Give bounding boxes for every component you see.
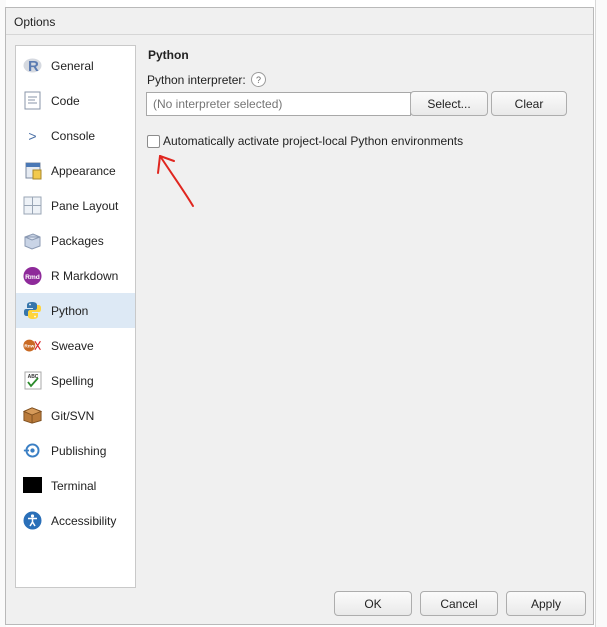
python-icon (23, 301, 42, 320)
git-icon (23, 406, 42, 425)
sidebar-item-label: Packages (51, 234, 104, 248)
ok-button[interactable]: OK (334, 591, 412, 616)
auto-activate-label: Automatically activate project-local Pyt… (163, 134, 464, 148)
sidebar-item-label: Accessibility (51, 514, 117, 528)
spelling-icon: ABC (23, 371, 42, 390)
sidebar-item-label: Terminal (51, 479, 97, 493)
cancel-button[interactable]: Cancel (420, 591, 498, 616)
sidebar-item-accessibility[interactable]: Accessibility (16, 503, 135, 538)
svg-text:Rmd: Rmd (25, 273, 40, 280)
appearance-icon (23, 161, 42, 180)
sidebar-item-git-svn[interactable]: Git/SVN (16, 398, 135, 433)
sidebar-item-label: Python (51, 304, 89, 318)
rmarkdown-icon: Rmd (23, 266, 42, 285)
auto-activate-checkbox[interactable] (147, 135, 160, 148)
sweave-icon: Rnw (23, 336, 42, 355)
console-icon: > (28, 127, 37, 144)
sidebar-item-label: General (51, 59, 94, 73)
code-icon (23, 91, 42, 110)
background-app-right (595, 0, 607, 627)
sidebar-item-spelling[interactable]: ABC Spelling (16, 363, 135, 398)
interpreter-label: Python interpreter: (147, 73, 246, 87)
sidebar-item-label: Appearance (51, 164, 116, 178)
sidebar-item-appearance[interactable]: Appearance (16, 153, 135, 188)
sidebar-item-label: Spelling (51, 374, 94, 388)
terminal-icon (23, 476, 42, 495)
sidebar-item-label: Console (51, 129, 96, 143)
sidebar-item-general[interactable]: R General (16, 48, 135, 83)
clear-interpreter-button[interactable]: Clear (491, 91, 567, 116)
svg-text:Rnw: Rnw (24, 343, 34, 349)
annotation-arrow (157, 155, 194, 207)
sidebar-item-label: Code (51, 94, 80, 108)
options-dialog: Options R General Code > Console Appeara… (5, 7, 594, 625)
sidebar-item-label: Sweave (51, 339, 94, 353)
pane-layout-icon (23, 196, 42, 215)
accessibility-icon (23, 511, 42, 530)
sidebar-item-label: R Markdown (51, 269, 119, 283)
section-title: Python (148, 48, 189, 62)
apply-button[interactable]: Apply (506, 591, 586, 616)
r-logo-icon: R (23, 56, 42, 75)
sidebar-item-python[interactable]: Python (16, 293, 135, 328)
options-sidebar: R General Code > Console Appearance Pane… (15, 45, 136, 588)
sidebar-item-packages[interactable]: Packages (16, 223, 135, 258)
interpreter-field[interactable] (146, 92, 411, 116)
publishing-icon (23, 441, 42, 460)
title-bar: Options (6, 8, 593, 35)
sidebar-item-label: Publishing (51, 444, 107, 458)
sidebar-item-label: Git/SVN (51, 409, 95, 423)
sidebar-item-terminal[interactable]: Terminal (16, 468, 135, 503)
sidebar-item-label: Pane Layout (51, 199, 119, 213)
select-interpreter-button[interactable]: Select... (410, 91, 488, 116)
sidebar-item-publishing[interactable]: Publishing (16, 433, 135, 468)
sidebar-item-code[interactable]: Code (16, 83, 135, 118)
help-icon[interactable]: ? (251, 72, 266, 87)
sidebar-item-sweave[interactable]: Rnw Sweave (16, 328, 135, 363)
sidebar-item-pane-layout[interactable]: Pane Layout (16, 188, 135, 223)
packages-icon (23, 231, 42, 250)
sidebar-item-console[interactable]: > Console (16, 118, 135, 153)
sidebar-item-r-markdown[interactable]: Rmd R Markdown (16, 258, 135, 293)
svg-text:R: R (28, 58, 39, 75)
dialog-title: Options (14, 15, 56, 29)
